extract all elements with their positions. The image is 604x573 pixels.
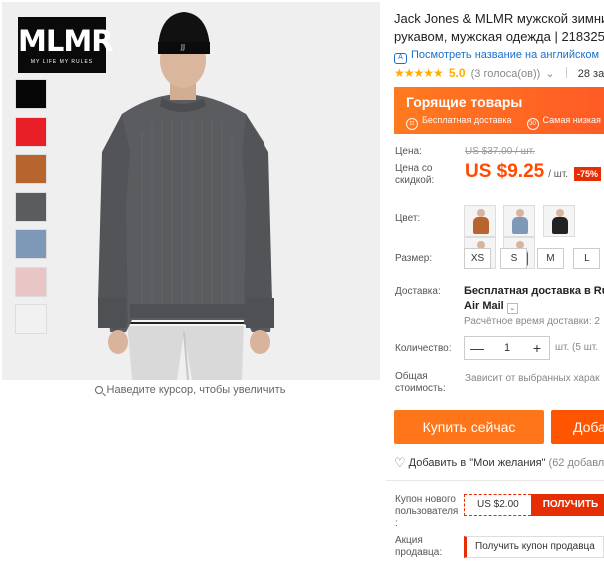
- main-product-image[interactable]: JJ MLMR MY LIFE MY RULES: [2, 2, 380, 380]
- old-price: US $37.00 / шт.: [465, 146, 535, 157]
- color-option-brown[interactable]: [464, 205, 496, 237]
- divider: [565, 67, 567, 78]
- heart-icon: ♡: [394, 455, 406, 470]
- hot-deals-banner[interactable]: Горящие товары ⊡ Бесплатная доставка 30 Са…: [394, 87, 604, 134]
- quantity-stepper: — +: [464, 336, 550, 360]
- price-unit: / шт.: [548, 169, 569, 180]
- add-to-wishlist-link[interactable]: ♡Добавить в "Мои желания" (62 добавлени: [394, 455, 604, 471]
- color-thumbnails: [15, 79, 47, 342]
- product-title: Jack Jones & MLMR мужской зимний рукавом…: [394, 10, 604, 46]
- shipping-method-line1: Бесплатная доставка в Russ: [464, 285, 604, 297]
- seller-promo-label-line1: Акция: [395, 535, 423, 546]
- translate-icon: A: [394, 53, 407, 64]
- magnifier-icon: [94, 386, 103, 394]
- shipping-label: Доставка:: [395, 286, 441, 297]
- shirt-shape: [473, 217, 489, 234]
- quantity-plus-button[interactable]: +: [525, 337, 549, 359]
- lowest-price-text: Самая низкая: [542, 115, 601, 125]
- size-option-m[interactable]: M: [536, 248, 564, 269]
- shirt-shape: [551, 217, 568, 234]
- color-option-black[interactable]: [542, 205, 575, 237]
- new-user-coupon-label-line2: пользователя: [395, 506, 459, 517]
- thumb-brown[interactable]: [15, 154, 47, 184]
- zoom-hint: Наведите курсор, чтобы увеличить: [0, 384, 380, 396]
- quantity-input[interactable]: [489, 337, 525, 359]
- wishlist-count: (62 добавлени: [548, 457, 604, 469]
- rating-row: ★★★★★ 5.0 (3 голоса(ов)) ⌄ 28 заказ: [394, 66, 604, 80]
- sale-price: US $9.25/ шт.: [465, 161, 568, 183]
- logo-text: MLMR: [18, 24, 114, 58]
- product-title-line1: Jack Jones & MLMR мужской зимний: [394, 11, 604, 26]
- orders-count: 28 заказ: [577, 68, 604, 80]
- discount-price-label-line1: Цена со: [395, 163, 433, 174]
- product-info: Jack Jones & MLMR мужской зимний рукавом…: [386, 0, 604, 573]
- new-user-coupon-label-line1: Купон нового: [395, 494, 456, 505]
- shipping-method-line2: Air Mail ⌄: [464, 299, 604, 314]
- thumb-pink[interactable]: [15, 266, 47, 297]
- days-badge-icon: 30: [526, 118, 539, 130]
- add-to-cart-button[interactable]: Доба: [551, 410, 604, 444]
- chevron-down-icon[interactable]: ⌄: [545, 68, 554, 80]
- hot-deals-subline: ⊡ Бесплатная доставка 30 Самая низкая: [406, 115, 601, 130]
- rating-score: 5.0: [448, 66, 466, 80]
- model-head: [516, 209, 525, 217]
- svg-text:JJ: JJ: [180, 43, 185, 51]
- seller-coupon-button[interactable]: Получить купон продавца: [464, 536, 604, 558]
- delivery-estimate: Расчётное время доставки: 2: [464, 316, 600, 327]
- thumb-black[interactable]: [15, 79, 47, 109]
- free-delivery-text: Бесплатная доставка: [422, 115, 512, 125]
- color-option-blue[interactable]: [503, 205, 536, 237]
- buy-now-button[interactable]: Купить сейчас: [394, 410, 544, 444]
- thumb-blue[interactable]: [15, 229, 47, 259]
- seller-promo-label: Акция продавца:: [395, 535, 442, 559]
- divider: [386, 480, 604, 481]
- total-label: Общая стоимость:: [395, 371, 446, 395]
- product-gallery: JJ MLMR MY LIFE MY RULES Наведите курсор…: [0, 0, 385, 573]
- thumb-red[interactable]: [15, 116, 47, 147]
- wishlist-text: Добавить в "Мои желания": [408, 457, 546, 469]
- total-label-line1: Общая: [395, 371, 428, 382]
- discount-price-label-line2: скидкой:: [395, 175, 435, 186]
- zoom-hint-text: Наведите курсор, чтобы увеличить: [106, 384, 286, 396]
- product-title-line2: рукавом, мужская одежда | 2183255: [394, 29, 604, 44]
- new-user-coupon-label: Купон нового пользователя :: [395, 494, 458, 530]
- total-note: Зависит от выбранных харак: [465, 373, 600, 384]
- thumb-gray[interactable]: [15, 191, 47, 222]
- shipping-method[interactable]: Бесплатная доставка в Russ Air Mail⌄: [464, 284, 604, 314]
- thumb-white[interactable]: [15, 304, 47, 334]
- shirt-shape: [512, 217, 529, 234]
- new-user-coupon-label-line3: :: [395, 518, 398, 529]
- size-option-xs[interactable]: XS: [464, 248, 491, 269]
- translate-link[interactable]: A Посмотреть название на английском: [394, 49, 599, 64]
- quantity-minus-button[interactable]: —: [465, 337, 489, 359]
- sale-price-value: US $9.25: [465, 161, 545, 182]
- delivery-icon: ⊡: [406, 118, 418, 130]
- shipping-method-name: Air Mail: [464, 300, 504, 312]
- model-head: [555, 209, 564, 217]
- price-label: Цена:: [395, 146, 422, 157]
- hot-deals-title: Горящие товары: [406, 94, 523, 110]
- discount-badge: -75%: [574, 167, 602, 181]
- rating-votes-link[interactable]: (3 голоса(ов)): [471, 68, 541, 80]
- coupon-amount: US $2.00: [464, 494, 531, 516]
- size-label: Размер:: [395, 253, 433, 264]
- brand-logo: MLMR MY LIFE MY RULES: [18, 17, 114, 73]
- get-coupon-button[interactable]: ПОЛУЧИТЬ: [530, 494, 604, 516]
- quantity-label: Количество:: [395, 343, 452, 354]
- model-head: [477, 209, 485, 217]
- translate-link-text: Посмотреть название на английском: [411, 49, 600, 61]
- size-option-l[interactable]: L: [573, 248, 601, 269]
- chevron-down-icon[interactable]: ⌄: [506, 303, 518, 314]
- size-option-s[interactable]: S: [500, 248, 528, 269]
- size-options: XS S M L XL: [464, 248, 604, 269]
- discount-price-label: Цена со скидкой:: [395, 163, 434, 187]
- seller-promo-label-line2: продавца:: [395, 547, 443, 558]
- color-label: Цвет:: [395, 213, 421, 224]
- logo-tagline: MY LIFE MY RULES: [30, 59, 94, 65]
- quantity-available: шт. (5 шт.: [555, 342, 598, 353]
- total-label-line2: стоимость:: [395, 383, 446, 394]
- rating-stars-icon: ★★★★★: [394, 66, 444, 80]
- new-user-coupon: US $2.00 ПОЛУЧИТЬ: [464, 494, 604, 516]
